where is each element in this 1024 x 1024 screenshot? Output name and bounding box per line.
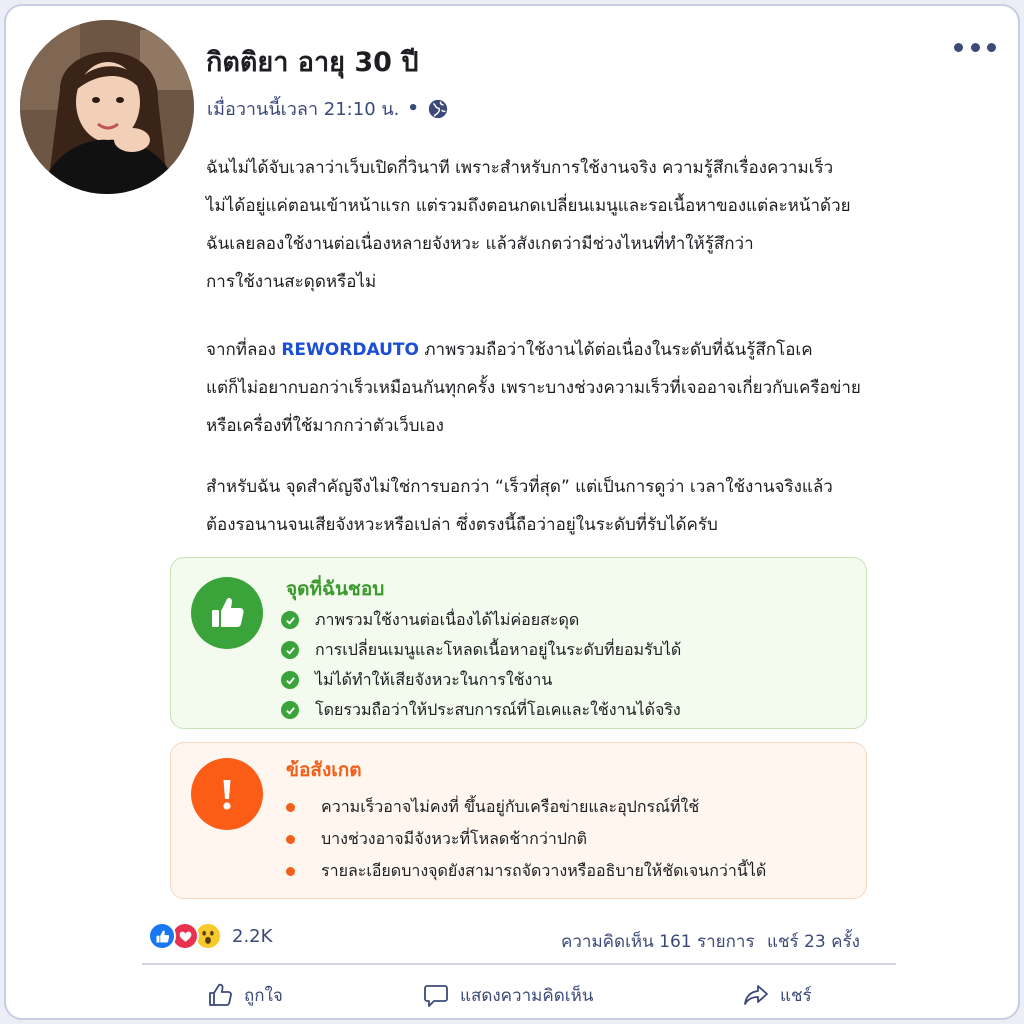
likes-list: ภาพรวมใช้งานต่อเนื่องได้ไม่ค่อยสะดุด การ… [281, 605, 681, 725]
list-item: รายละเอียดบางจุดยังสามารถจัดวางหรืออธิบา… [281, 855, 766, 887]
thumbs-up-icon [209, 983, 232, 1006]
paragraph-line: การใช้งานสะดุดหรือไม่ [206, 272, 377, 292]
list-item-text: บางช่วงอาจมีจังหวะที่โหลดช้ากว่าปกติ [321, 828, 588, 848]
paragraph-line: สำหรับฉัน จุดสำคัญจึงไม่ใช่การบอกว่า “เร… [206, 477, 833, 497]
likes-box: จุดที่ฉันชอบ ภาพรวมใช้งานต่อเนื่องได้ไม่… [170, 557, 867, 729]
list-item-text: การเปลี่ยนเมนูและโหลดเนื้อหาอยู่ในระดับท… [315, 639, 682, 659]
brand-link[interactable]: REWORDAUTO [281, 340, 419, 360]
list-item: ภาพรวมใช้งานต่อเนื่องได้ไม่ค่อยสะดุด [281, 605, 681, 635]
post-meta: เมื่อวานนี้เวลา 21:10 น. • [207, 94, 449, 123]
divider [142, 963, 896, 965]
paragraph-line: ฉันไม่ได้จับเวลาว่าเว็บเปิดกี่วินาที เพร… [206, 158, 834, 178]
paragraph-line: ต้องรอนานจนเสียจังหวะหรือเปล่า ซึ่งตรงนี… [206, 515, 718, 535]
more-options-icon[interactable] [954, 36, 996, 58]
likes-title: จุดที่ฉันชอบ [286, 578, 385, 600]
text-segment: ภาพรวมถือว่าใช้งานได้ต่อเนื่องในระดับที่… [418, 340, 813, 360]
notes-box: ข้อสังเกต ความเร็วอาจไม่คงที่ ขึ้นอยู่กั… [170, 742, 867, 899]
list-item: ไม่ได้ทำให้เสียจังหวะในการใช้งาน [281, 665, 681, 695]
paragraph-line: หรือเครื่องที่ใช้มากกว่าตัวเว็บเอง [206, 416, 444, 436]
share-count[interactable]: แชร์ 23 ครั้ง [767, 928, 860, 955]
list-item: โดยรวมถือว่าให้ประสบการณ์ที่โอเคและใช้งา… [281, 695, 681, 725]
reaction-summary[interactable]: 2.2K [148, 922, 272, 950]
bullet-icon [286, 834, 295, 844]
comment-button[interactable]: แสดงความคิดเห็น [422, 980, 593, 1010]
thumbs-up-icon [191, 577, 263, 649]
share-arrow-icon [744, 985, 768, 1005]
notes-list: ความเร็วอาจไม่คงที่ ขึ้นอยู่กับเครือข่าย… [281, 791, 766, 887]
paragraph-line: จากที่ลอง REWORDAUTO ภาพรวมถือว่าใช้งานไ… [206, 331, 861, 369]
share-label: แชร์ [780, 985, 812, 1006]
share-button[interactable]: แชร์ [742, 980, 812, 1010]
list-item: ความเร็วอาจไม่คงที่ ขึ้นอยู่กับเครือข่าย… [281, 791, 766, 823]
comment-label: แสดงความคิดเห็น [460, 985, 594, 1006]
avatar-photo [20, 20, 194, 194]
author-name[interactable]: กิตติยา อายุ 30 ปี [206, 40, 419, 83]
list-item-text: ภาพรวมใช้งานต่อเนื่องได้ไม่ค่อยสะดุด [315, 609, 580, 629]
list-item-text: ไม่ได้ทำให้เสียจังหวะในการใช้งาน [315, 669, 553, 689]
list-item: บางช่วงอาจมีจังหวะที่โหลดช้ากว่าปกติ [281, 823, 766, 855]
bullet-icon [286, 866, 295, 876]
check-icon [281, 611, 299, 629]
comment-icon [424, 985, 448, 1007]
bullet-icon [286, 802, 295, 812]
post-timestamp[interactable]: เมื่อวานนี้เวลา 21:10 น. [207, 94, 399, 123]
post-card: กิตติยา อายุ 30 ปี เมื่อวานนี้เวลา 21:10… [4, 4, 1020, 1020]
meta-separator: • [407, 98, 419, 119]
post-paragraph-2: จากที่ลอง REWORDAUTO ภาพรวมถือว่าใช้งานไ… [206, 331, 861, 445]
like-button[interactable]: ถูกใจ [206, 980, 283, 1010]
like-reaction-icon [148, 922, 176, 950]
paragraph-line: ฉันเลยลองใช้งานต่อเนื่องหลายจังหวะ แล้วส… [206, 234, 754, 254]
post-paragraph-1: ฉันไม่ได้จับเวลาว่าเว็บเปิดกี่วินาที เพร… [206, 149, 851, 301]
check-icon [281, 641, 299, 659]
paragraph-line: ไม่ได้อยู่แค่ตอนเข้าหน้าแรก แต่รวมถึงตอน… [206, 196, 851, 216]
check-icon [281, 671, 299, 689]
list-item-text: รายละเอียดบางจุดยังสามารถจัดวางหรืออธิบา… [321, 860, 767, 880]
post-paragraph-3: สำหรับฉัน จุดสำคัญจึงไม่ใช่การบอกว่า “เร… [206, 468, 833, 544]
like-label: ถูกใจ [244, 985, 283, 1006]
check-icon [281, 701, 299, 719]
text-segment: จากที่ลอง [206, 340, 282, 360]
avatar[interactable] [20, 20, 194, 194]
paragraph-line: แต่ก็ไม่อยากบอกว่าเร็วเหมือนกันทุกครั้ง … [206, 378, 861, 398]
list-item-text: โดยรวมถือว่าให้ประสบการณ์ที่โอเคและใช้งา… [315, 699, 681, 719]
list-item: การเปลี่ยนเมนูและโหลดเนื้อหาอยู่ในระดับท… [281, 635, 681, 665]
globe-icon[interactable] [427, 98, 449, 120]
comment-count[interactable]: ความคิดเห็น 161 รายการ [561, 928, 755, 955]
notes-title: ข้อสังเกต [286, 759, 362, 781]
reaction-count: 2.2K [232, 925, 273, 947]
list-item-text: ความเร็วอาจไม่คงที่ ขึ้นอยู่กับเครือข่าย… [321, 796, 700, 816]
exclamation-icon [191, 758, 263, 830]
